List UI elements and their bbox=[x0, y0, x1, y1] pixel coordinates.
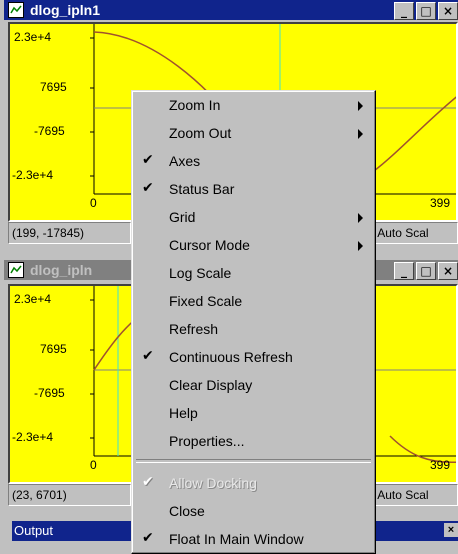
menu-item-log-scale[interactable]: Log Scale bbox=[132, 261, 375, 287]
menu-item-fixed-scale[interactable]: Fixed Scale bbox=[132, 289, 375, 315]
menu-item-label: Close bbox=[169, 503, 205, 519]
menu-item-refresh[interactable]: Refresh bbox=[132, 317, 375, 343]
window-1-title: dlog_ipln1 bbox=[30, 2, 100, 18]
menu-item-label: Axes bbox=[169, 153, 201, 169]
y-tick-label: -2.3e+4 bbox=[12, 168, 54, 182]
menu-item-label: Grid bbox=[169, 209, 196, 225]
menu-item-help[interactable]: Help bbox=[132, 401, 375, 427]
menu-item-label: Zoom In bbox=[169, 97, 221, 113]
menu-item-label: Properties... bbox=[169, 433, 245, 449]
menu-item-continuous-refresh[interactable]: ✔ Continuous Refresh bbox=[132, 345, 375, 371]
submenu-arrow-icon bbox=[358, 213, 363, 223]
submenu-arrow-icon bbox=[358, 241, 363, 251]
status-auto-scale: Auto Scal bbox=[373, 484, 458, 506]
y-tick-label: -7695 bbox=[34, 124, 65, 138]
menu-item-label: Fixed Scale bbox=[169, 293, 243, 309]
plot-window-icon bbox=[8, 262, 24, 278]
menu-item-label: Clear Display bbox=[169, 377, 253, 393]
menu-item-allow-docking: ✔ Allow Docking bbox=[132, 471, 375, 497]
menu-item-label: Allow Docking bbox=[169, 475, 257, 491]
y-tick-label: -2.3e+4 bbox=[12, 430, 54, 444]
minimize-button[interactable]: _ bbox=[394, 2, 414, 20]
menu-item-label: Refresh bbox=[169, 321, 219, 337]
status-auto-scale: Auto Scal bbox=[373, 222, 458, 244]
y-tick-label: 7695 bbox=[40, 80, 67, 94]
output-close-button[interactable]: × bbox=[444, 523, 458, 537]
y-tick-label: 2.3e+4 bbox=[14, 292, 52, 306]
menu-item-properties[interactable]: Properties... bbox=[132, 429, 375, 455]
menu-item-label: Status Bar bbox=[169, 181, 235, 197]
menu-item-axes[interactable]: ✔ Axes bbox=[132, 149, 375, 175]
status-coordinates: (23, 6701) bbox=[8, 484, 131, 506]
y-tick-label: 2.3e+4 bbox=[14, 30, 52, 44]
menu-item-label: Log Scale bbox=[169, 265, 232, 281]
status-coordinates: (199, -17845) bbox=[8, 222, 131, 244]
x-tick-label: 0 bbox=[90, 458, 97, 472]
x-tick-label: 399 bbox=[430, 196, 451, 210]
menu-item-status-bar[interactable]: ✔ Status Bar bbox=[132, 177, 375, 203]
menu-item-label: Cursor Mode bbox=[169, 237, 250, 253]
menu-item-zoom-out[interactable]: Zoom Out bbox=[132, 121, 375, 147]
submenu-arrow-icon bbox=[358, 129, 363, 139]
menu-item-grid[interactable]: Grid bbox=[132, 205, 375, 231]
x-tick-label: 399 bbox=[430, 458, 451, 472]
menu-item-cursor-mode[interactable]: Cursor Mode bbox=[132, 233, 375, 259]
maximize-button[interactable]: □ bbox=[416, 2, 436, 20]
checkmark-icon: ✔ bbox=[142, 474, 154, 490]
output-title: Output bbox=[14, 523, 54, 538]
plot-window-icon bbox=[8, 2, 24, 18]
submenu-arrow-icon bbox=[358, 101, 363, 111]
checkmark-icon: ✔ bbox=[142, 152, 154, 168]
window-1-titlebar[interactable]: dlog_ipln1 _ □ × bbox=[4, 0, 458, 20]
checkmark-icon: ✔ bbox=[142, 348, 154, 364]
menu-item-zoom-in[interactable]: Zoom In bbox=[132, 93, 375, 119]
menu-separator bbox=[136, 459, 371, 463]
x-tick-label: 0 bbox=[90, 196, 97, 210]
maximize-button[interactable]: □ bbox=[416, 262, 436, 280]
menu-item-label: Float In Main Window bbox=[169, 531, 304, 547]
menu-item-float-in-main-window[interactable]: ✔ Float In Main Window bbox=[132, 527, 375, 553]
menu-item-label: Continuous Refresh bbox=[169, 349, 293, 365]
window-2-title: dlog_ipln bbox=[30, 262, 93, 278]
menu-item-close[interactable]: Close bbox=[132, 499, 375, 525]
menu-item-clear-display[interactable]: Clear Display bbox=[132, 373, 375, 399]
y-tick-label: -7695 bbox=[34, 386, 65, 400]
close-button[interactable]: × bbox=[438, 2, 458, 20]
context-menu: Zoom In Zoom Out ✔ Axes ✔ Status Bar Grid Curso… bbox=[131, 90, 376, 554]
y-tick-label: 7695 bbox=[40, 342, 67, 356]
close-button[interactable]: × bbox=[438, 262, 458, 280]
checkmark-icon: ✔ bbox=[142, 180, 154, 196]
minimize-button[interactable]: _ bbox=[394, 262, 414, 280]
menu-item-label: Zoom Out bbox=[169, 125, 232, 141]
checkmark-icon: ✔ bbox=[142, 530, 154, 546]
menu-item-label: Help bbox=[169, 405, 198, 421]
